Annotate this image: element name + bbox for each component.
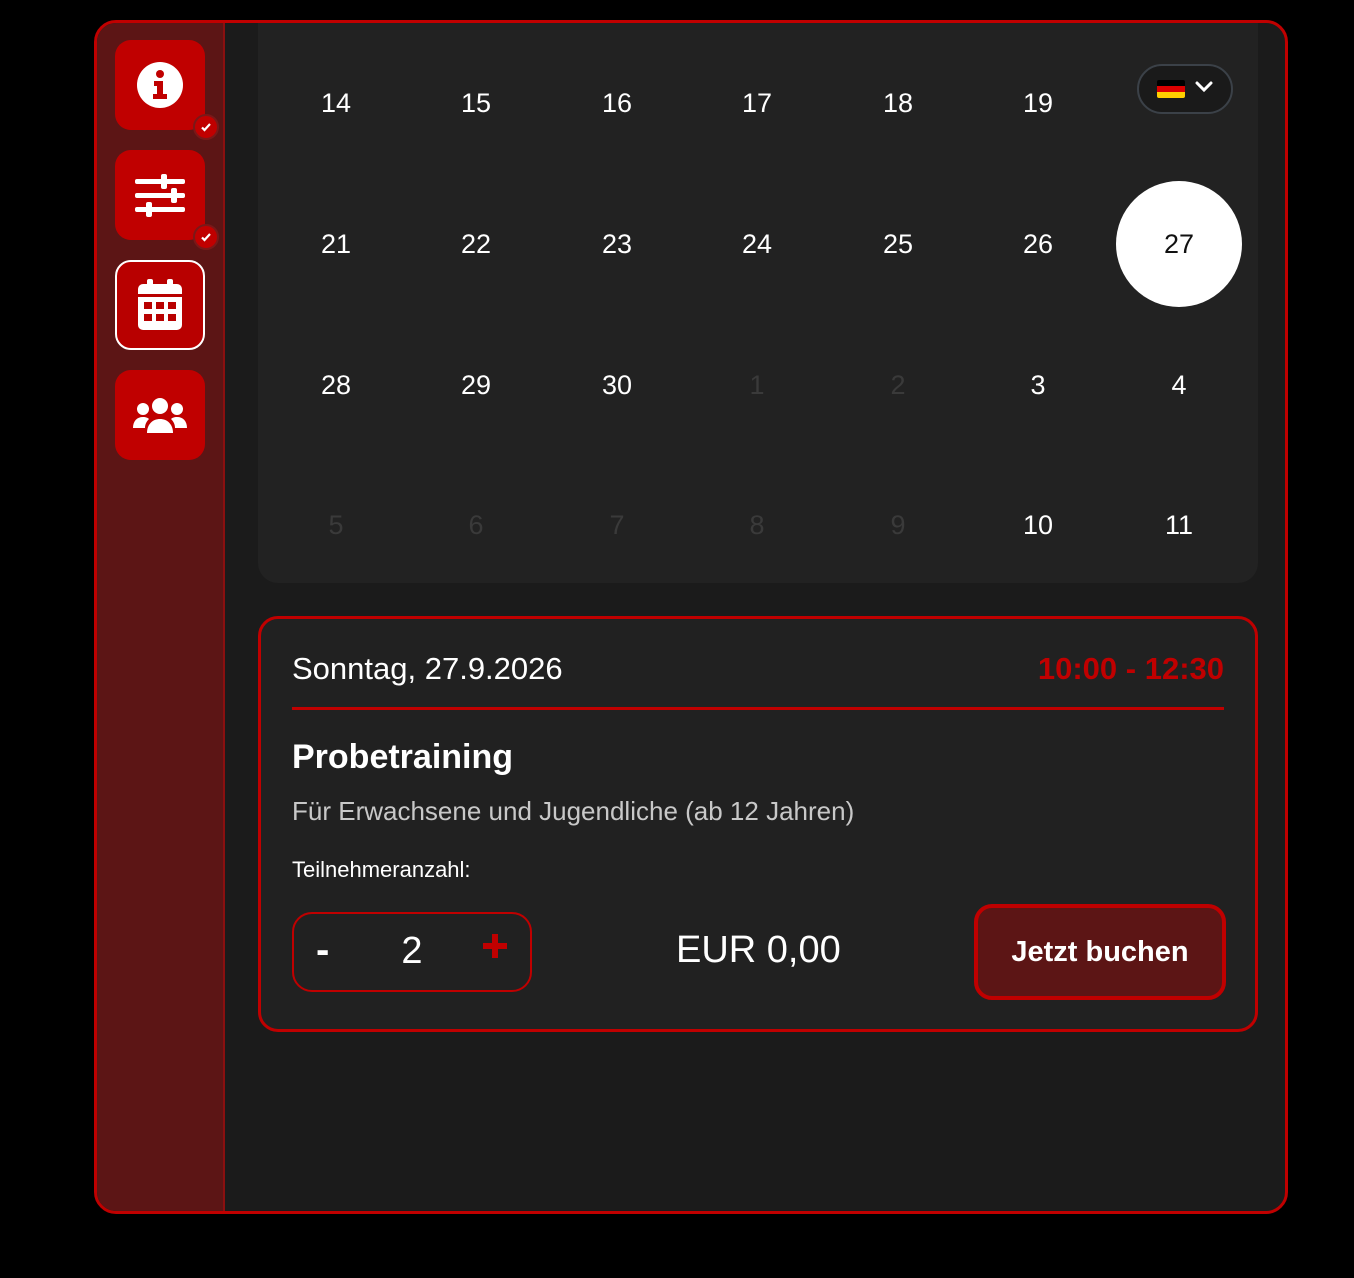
calendar-day[interactable]: 14 — [273, 40, 399, 166]
sidebar — [97, 23, 225, 1211]
event-time: 10:00 - 12:30 — [1037, 651, 1224, 686]
calendar-day[interactable]: 21 — [273, 181, 399, 307]
calendar-day: 2 — [890, 369, 906, 400]
users-icon — [133, 395, 187, 435]
calendar-day: 9 — [890, 509, 906, 540]
sliders-icon — [134, 172, 186, 218]
book-now-button[interactable]: Jetzt buchen — [974, 904, 1226, 1000]
booking-widget: 14 15 16 17 18 19 21 22 23 24 25 26 27 28 29 30 1 2 3 4 5 6 7 8… — [94, 20, 1288, 1214]
calendar-grid: 14 15 16 17 18 19 21 22 23 24 25 26 27 28 29 30 1 2 3 4 5 6 7 8… — [258, 23, 1258, 583]
completed-check-icon — [193, 114, 219, 140]
sidebar-item-settings[interactable] — [115, 150, 219, 250]
divider — [292, 707, 1224, 710]
calendar-day: 5 — [328, 509, 344, 540]
price: EUR 0,00 — [676, 929, 841, 971]
event-card: Sonntag, 27.9.2026 10:00 - 12:30 Probetr… — [258, 616, 1258, 1032]
calendar-day[interactable]: 28 — [273, 322, 399, 448]
calendar-day[interactable]: 18 — [835, 40, 961, 166]
calendar-day[interactable]: 17 — [694, 40, 820, 166]
plus-icon — [483, 934, 507, 958]
calendar-day[interactable]: 3 — [975, 322, 1101, 448]
participants-label: Teilnehmeranzahl: — [292, 857, 471, 882]
calendar-day: 1 — [749, 369, 765, 400]
event-description: Für Erwachsene und Jugendliche (ab 12 Ja… — [292, 796, 855, 826]
calendar-day: 7 — [609, 509, 625, 540]
language-select[interactable] — [1137, 64, 1233, 114]
sidebar-item-calendar[interactable] — [115, 260, 205, 350]
calendar-day-selected[interactable]: 27 — [1116, 181, 1242, 307]
sidebar-item-participants[interactable] — [115, 370, 205, 460]
calendar-icon — [137, 279, 183, 331]
calendar-day[interactable]: 24 — [694, 181, 820, 307]
calendar-day[interactable]: 10 — [975, 462, 1101, 588]
calendar-day[interactable]: 30 — [554, 322, 680, 448]
chevron-down-icon — [1195, 80, 1213, 98]
calendar-day[interactable]: 4 — [1116, 322, 1242, 448]
calendar-day[interactable]: 15 — [413, 40, 539, 166]
event-date: Sonntag, 27.9.2026 — [292, 651, 563, 686]
calendar-day[interactable]: 22 — [413, 181, 539, 307]
calendar-day: 6 — [468, 509, 484, 540]
event-title: Probetraining — [292, 738, 514, 776]
increment-button[interactable] — [482, 933, 508, 964]
calendar-day[interactable]: 26 — [975, 181, 1101, 307]
calendar-day: 8 — [749, 509, 765, 540]
sidebar-item-info[interactable] — [115, 40, 219, 140]
calendar-day[interactable]: 19 — [975, 40, 1101, 166]
completed-check-icon — [193, 224, 219, 250]
calendar-day[interactable]: 11 — [1116, 462, 1242, 588]
calendar-day[interactable]: 25 — [835, 181, 961, 307]
calendar-day[interactable]: 16 — [554, 40, 680, 166]
calendar-day[interactable]: 29 — [413, 322, 539, 448]
calendar-day[interactable]: 23 — [554, 181, 680, 307]
quantity-stepper: - 2 — [292, 912, 532, 992]
info-icon — [136, 61, 184, 109]
german-flag-icon — [1157, 80, 1185, 98]
